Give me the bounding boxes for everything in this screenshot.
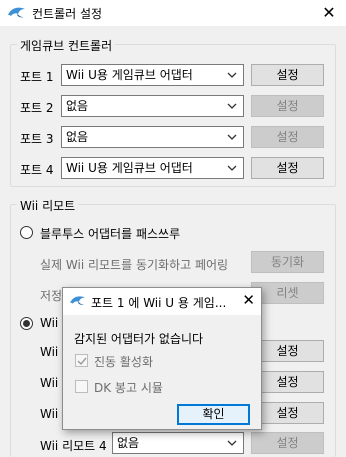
remote-4-config-button[interactable]: 설정 xyxy=(251,432,324,454)
rumble-label: 진동 활성화 xyxy=(94,355,154,369)
dialog-title-bar: 포트 1 에 Wii U 용 게임... ✕ xyxy=(63,288,261,315)
port-2-label: 포트 2 xyxy=(20,101,54,115)
port-3-config-button[interactable]: 설정 xyxy=(251,126,324,148)
port-1-config-button[interactable]: 설정 xyxy=(251,64,324,86)
dialog-title: 포트 1 에 Wii U 용 게임... xyxy=(91,296,227,310)
port-2-select[interactable]: 없음 xyxy=(61,95,244,117)
checkmark-icon xyxy=(77,357,87,366)
emulated-label: Wii xyxy=(40,316,59,330)
port-3-select[interactable]: 없음 xyxy=(61,126,244,148)
window-title: 컨트롤러 설정 xyxy=(32,7,103,21)
remote-4-label: Wii 리모트 4 xyxy=(40,439,107,453)
remote-3-label: Wii xyxy=(40,407,59,421)
port-4-select[interactable]: Wii U용 게임큐브 어댑터 xyxy=(61,157,244,179)
reset-description: 저정 xyxy=(40,289,63,303)
remote-1-label: Wii xyxy=(40,345,59,359)
sync-description: 실제 Wii 리모트를 동기화하고 페어링 xyxy=(40,258,229,272)
chevron-down-icon xyxy=(227,72,237,78)
passthrough-radio[interactable] xyxy=(20,226,33,239)
dolphin-icon xyxy=(70,296,85,305)
port-1-select[interactable]: Wii U용 게임큐브 어댑터 xyxy=(61,64,244,86)
emulated-radio[interactable] xyxy=(20,317,33,330)
remote-4-select[interactable]: 없음 xyxy=(112,432,244,454)
port-2-config-button[interactable]: 설정 xyxy=(251,95,324,117)
port-3-label: 포트 3 xyxy=(20,132,54,146)
rumble-checkbox[interactable] xyxy=(75,354,88,367)
close-icon[interactable]: ✕ xyxy=(242,291,255,309)
adapter-config-dialog: 포트 1 에 Wii U 용 게임... ✕ 감지된 어댑터가 없습니다 진동 … xyxy=(62,287,262,430)
port-4-label: 포트 4 xyxy=(20,163,54,177)
chevron-down-icon xyxy=(227,134,237,140)
port-4-config-button[interactable]: 설정 xyxy=(251,157,324,179)
dk-bongos-label: DK 봉고 시뮬 xyxy=(94,381,163,395)
close-icon[interactable]: ✕ xyxy=(316,2,342,24)
title-bar: 컨트롤러 설정 ✕ xyxy=(0,0,346,26)
wii-remote-group-title: Wii 리모트 xyxy=(17,197,79,214)
chevron-down-icon xyxy=(227,440,237,446)
chevron-down-icon xyxy=(227,103,237,109)
port-1-label: 포트 1 xyxy=(20,70,54,84)
dk-bongos-checkbox[interactable] xyxy=(75,380,88,393)
remote-2-label: Wii xyxy=(40,376,59,390)
dolphin-icon xyxy=(8,7,25,18)
chevron-down-icon xyxy=(227,165,237,171)
adapter-status-message: 감지된 어댑터가 없습니다 xyxy=(74,332,204,346)
sync-button[interactable]: 동기화 xyxy=(251,251,324,273)
ok-button[interactable]: 확인 xyxy=(177,404,250,425)
passthrough-label: 블루투스 어댑터를 패스쓰루 xyxy=(40,227,181,241)
gamecube-group-title: 게임큐브 컨트롤러 xyxy=(17,37,116,54)
